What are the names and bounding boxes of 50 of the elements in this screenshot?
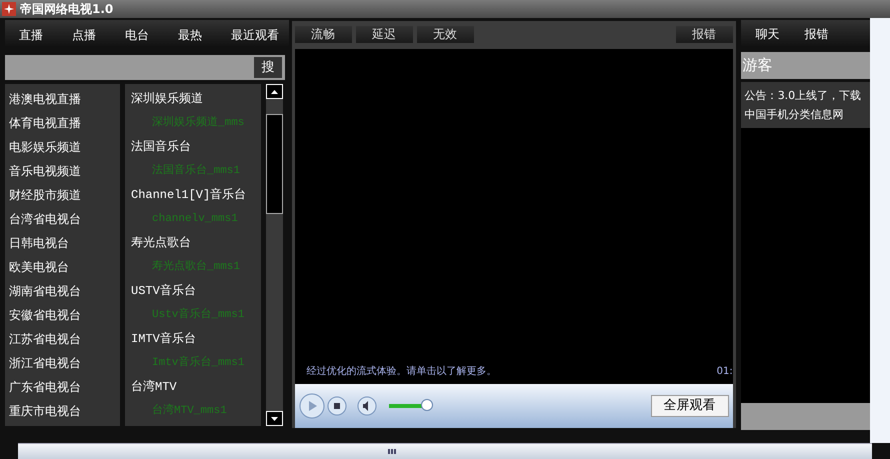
category-item[interactable]: 台湾省电视台 (9, 210, 81, 228)
scroll-thumb[interactable] (266, 114, 283, 214)
category-item[interactable]: 日韩电视台 (9, 234, 69, 252)
category-item[interactable]: 浙江省电视台 (9, 354, 81, 372)
category-item[interactable]: 广东省电视台 (9, 378, 81, 396)
channel-item[interactable]: 台湾MTV (131, 378, 177, 396)
quality-button[interactable]: 无效 (416, 26, 474, 42)
channel-item[interactable]: USTV音乐台 (131, 282, 196, 300)
tab[interactable]: 最近观看 (231, 28, 279, 42)
scrollbar[interactable] (266, 84, 283, 426)
category-item[interactable]: 江苏省电视台 (9, 330, 81, 348)
chat-input[interactable] (740, 403, 870, 430)
quality-button[interactable]: 延迟 (356, 26, 413, 42)
app-icon (2, 2, 16, 16)
channel-item[interactable]: Channel1[V]音乐台 (131, 186, 246, 204)
category-item[interactable]: 电影娱乐频道 (9, 138, 81, 156)
channel-item[interactable]: 寿光点歌台 (131, 234, 191, 252)
tab[interactable]: 最热 (178, 28, 202, 42)
quality-button[interactable]: 流畅 (294, 26, 352, 42)
notice-text: 中国手机分类信息网 (744, 107, 845, 123)
stop-icon[interactable] (326, 396, 347, 416)
channel-item[interactable]: IMTV音乐台 (131, 330, 196, 348)
channel-item[interactable]: 法国音乐台 (131, 138, 191, 156)
user-name: 游客 (742, 55, 773, 76)
scroll-down-icon[interactable] (266, 411, 283, 426)
channel-item[interactable]: 深圳娱乐频道 (131, 90, 203, 108)
category-item[interactable]: 安徽省电视台 (9, 306, 81, 324)
category-item[interactable]: 音乐电视频道 (9, 162, 81, 180)
time-text: 01: (716, 365, 733, 379)
window-title: 帝国网络电视1.0 (20, 1, 114, 18)
tab[interactable]: 电台 (125, 28, 149, 42)
scroll-grip-icon[interactable] (388, 449, 396, 454)
scroll-up-icon[interactable] (266, 84, 283, 99)
notice-text: 公告：3.0上线了，下载 (744, 88, 862, 104)
tab[interactable]: 点播 (72, 28, 96, 42)
category-item[interactable]: 湖南省电视台 (9, 282, 81, 300)
tab[interactable]: 直播 (19, 28, 43, 42)
horizontal-scrollbar[interactable] (18, 443, 872, 459)
category-item[interactable]: 体育电视直播 (9, 114, 81, 132)
status-text: 经过优化的流式体验。请单击以了解更多。 (306, 364, 497, 379)
category-item[interactable]: 港澳电视直播 (9, 90, 81, 108)
fullscreen-button[interactable]: 全屏观看 (650, 395, 729, 417)
category-item[interactable]: 财经股市频道 (9, 186, 81, 204)
report-button[interactable]: 报错 (676, 26, 733, 42)
tab[interactable]: 报错 (804, 24, 829, 42)
volume-icon[interactable] (356, 396, 377, 416)
search-button[interactable]: 搜 (254, 57, 282, 78)
category-item[interactable]: 欧美电视台 (9, 258, 69, 276)
category-item[interactable]: 重庆市电视台 (9, 402, 81, 420)
tab[interactable]: 聊天 (756, 24, 780, 42)
